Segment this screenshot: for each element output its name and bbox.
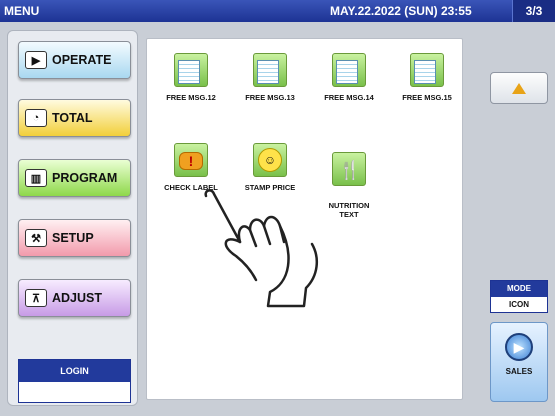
play-circle-icon: ▶ — [505, 333, 533, 361]
smiley-icon: ☺ — [253, 143, 287, 177]
login-box[interactable]: LOGIN — [18, 359, 131, 403]
tile-label: FREE MSG.13 — [245, 93, 295, 102]
mode-value: ICON — [509, 300, 529, 309]
wrench-icon: ⚒ — [25, 229, 47, 247]
triangle-up-icon — [512, 82, 526, 94]
login-label: LOGIN — [19, 360, 130, 382]
program-label: PROGRAM — [52, 171, 118, 185]
page-indicator: 3/3 — [512, 0, 555, 22]
program-button[interactable]: ▥ PROGRAM — [18, 159, 131, 197]
adjust-button[interactable]: ⊼ ADJUST — [18, 279, 131, 317]
scroll-up-button[interactable] — [490, 72, 548, 104]
tile-free-msg-13[interactable]: FREE MSG.13 — [230, 53, 310, 102]
tile-free-msg-15[interactable]: FREE MSG.15 — [387, 53, 467, 102]
screen-title: MENU — [4, 4, 40, 18]
tile-label: FREE MSG.15 — [402, 93, 452, 102]
sales-button[interactable]: ▶ SALES — [490, 322, 548, 402]
date-time: MAY.22.2022 (SUN) 23:55 — [330, 4, 472, 18]
main-menu-panel: ▶ OPERATE ◔ TOTAL ▥ PROGRAM ⚒ SETUP ⊼ AD… — [7, 30, 138, 406]
mode-box[interactable]: MODE ICON — [490, 280, 548, 313]
total-label: TOTAL — [52, 111, 93, 125]
tile-free-msg-14[interactable]: FREE MSG.14 — [309, 53, 389, 102]
pointing-hand-icon — [204, 189, 319, 308]
document-icon — [174, 53, 208, 87]
adjust-icon: ⊼ — [25, 289, 47, 307]
book-icon: ▥ — [25, 169, 47, 187]
clock-icon: ◔ — [25, 109, 47, 127]
speech-bubble-icon: ! — [174, 143, 208, 177]
tile-free-msg-12[interactable]: FREE MSG.12 — [151, 53, 231, 102]
tile-label: FREE MSG.14 — [324, 93, 374, 102]
document-icon — [332, 53, 366, 87]
play-icon: ▶ — [25, 51, 47, 69]
cutlery-icon: 🍴 — [332, 152, 366, 186]
document-icon — [410, 53, 444, 87]
operate-button[interactable]: ▶ OPERATE — [18, 41, 131, 79]
top-bar: MENU MAY.22.2022 (SUN) 23:55 3/3 — [0, 0, 555, 22]
sales-label: SALES — [505, 367, 533, 376]
total-button[interactable]: ◔ TOTAL — [18, 99, 131, 137]
document-icon — [253, 53, 287, 87]
operate-label: OPERATE — [52, 53, 112, 67]
setup-button[interactable]: ⚒ SETUP — [18, 219, 131, 257]
setup-label: SETUP — [52, 231, 94, 245]
adjust-label: ADJUST — [52, 291, 103, 305]
tile-label: FREE MSG.12 — [166, 93, 216, 102]
mode-label: MODE — [491, 281, 547, 297]
